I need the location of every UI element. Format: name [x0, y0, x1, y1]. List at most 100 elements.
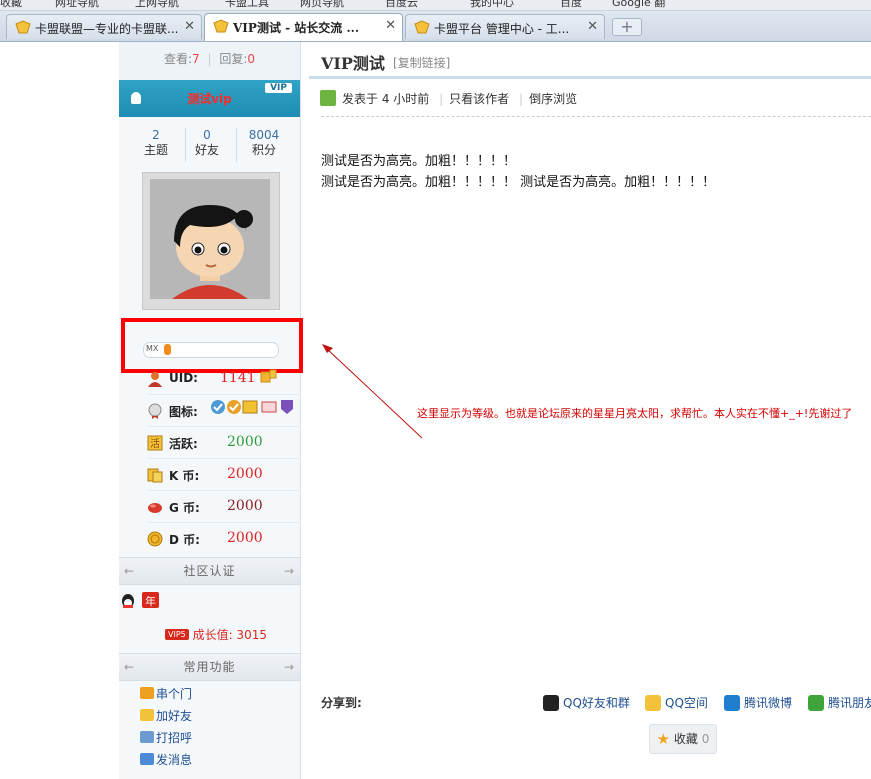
clover-icon: [808, 695, 824, 711]
favorite-count: 0: [701, 732, 710, 746]
share-item-label: QQ好友和群: [563, 696, 630, 710]
function-label: 串个门: [156, 687, 193, 701]
star-icon: ★: [656, 730, 671, 748]
info-row-icons: 图标:: [147, 395, 299, 427]
bookmark-item[interactable]: 百度: [560, 0, 582, 10]
k-coin-value: 2000: [227, 466, 263, 482]
bookmark-item[interactable]: 上网导航: [135, 0, 179, 10]
stat-label: 好友: [194, 143, 219, 157]
post-content-line: 测试是否为高亮。加粗！！！！！ 测试是否为高亮。加粗！！！！！: [321, 175, 716, 190]
function-label: 发消息: [156, 753, 193, 767]
tab-vip-test[interactable]: VIP测试 - 站长交流 ... ✕: [204, 13, 403, 41]
bookmark-item[interactable]: 收藏: [0, 0, 22, 10]
stat-friends[interactable]: 0 好友: [182, 128, 232, 158]
arrow-left-icon[interactable]: ←: [124, 558, 135, 584]
row-label: K 币:: [169, 469, 200, 483]
stat-value: 0: [203, 128, 211, 142]
tab-kameng-league[interactable]: 卡盟联盟—专业的卡盟联... ✕: [6, 14, 202, 39]
tab-favicon-icon: [414, 20, 430, 34]
tab-close-icon[interactable]: ✕: [385, 18, 396, 33]
stat-label: 主题: [143, 143, 168, 157]
cert-icons: 年: [122, 592, 159, 608]
level-tag: MX: [146, 344, 159, 353]
home-icon: [140, 687, 154, 699]
avatar-cartoon-icon: [150, 179, 270, 299]
post-content-line: 测试是否为高亮。加粗！！！！！: [321, 154, 517, 169]
views-count: 7: [192, 52, 200, 66]
avatar[interactable]: [150, 179, 270, 299]
stat-value: 2: [152, 128, 160, 142]
tab-admin-center[interactable]: 卡盟平台 管理中心 - 工... ✕: [405, 14, 605, 39]
tab-title: VIP测试 - 站长交流 ...: [233, 21, 359, 35]
stat-threads[interactable]: 2 主题: [131, 128, 181, 158]
add-friend-link[interactable]: 加好友: [140, 706, 192, 726]
favorite-button[interactable]: ★ 收藏 0: [649, 724, 717, 754]
level-progress-bar: MX: [143, 342, 279, 358]
tab-favicon-icon: [213, 19, 229, 33]
tab-close-icon[interactable]: ✕: [184, 19, 195, 34]
community-cert-header: ← 社区认证 →: [119, 557, 300, 585]
tab-close-icon[interactable]: ✕: [587, 19, 598, 34]
arrow-left-icon[interactable]: ←: [124, 654, 135, 680]
copy-link-button[interactable]: [复制链接]: [393, 54, 450, 71]
greet-link[interactable]: 打招呼: [140, 728, 192, 748]
row-label: 活跃:: [169, 437, 198, 451]
handshake-icon: [140, 709, 154, 721]
author-only-link[interactable]: 只看该作者: [449, 92, 509, 106]
thread-stats: 查看:7 | 回复:0: [119, 42, 300, 80]
info-row-uid: UID: 1141: [147, 363, 299, 395]
share-item-label: 腾讯微博: [744, 696, 793, 710]
activity-icon: 活: [147, 435, 163, 451]
replies-count: 0: [247, 52, 256, 66]
stat-divider: [236, 128, 237, 162]
tab-title: 卡盟平台 管理中心 - 工...: [434, 22, 570, 36]
svg-text:活: 活: [150, 438, 160, 450]
views-label: 查看:: [163, 52, 192, 66]
posted-time: 4 小时前: [381, 92, 430, 106]
share-qq-friends[interactable]: QQ好友和群: [543, 694, 630, 711]
arrow-right-icon[interactable]: →: [284, 558, 295, 584]
share-tencent-weibo[interactable]: 腾讯微博: [724, 694, 792, 711]
post-title: VIP测试: [321, 54, 385, 73]
bookmark-item[interactable]: 卡盟工具: [225, 0, 269, 10]
section-title: 常用功能: [183, 660, 236, 674]
bookmark-item[interactable]: 百度云: [385, 0, 418, 10]
uid-value: 1141: [220, 370, 256, 386]
tab-favicon-icon: [15, 20, 31, 34]
growth-value: VIP5 成长值: 3015: [165, 626, 267, 643]
bookmark-item[interactable]: 网址导航: [55, 0, 99, 10]
bookmark-item[interactable]: 网页导航: [300, 0, 344, 10]
share-item-label: QQ空间: [665, 696, 708, 710]
section-title: 社区认证: [183, 564, 236, 578]
row-label: G 币:: [169, 501, 200, 515]
info-row-d-coin: D 币: 2000: [147, 523, 299, 555]
tab-bar: 卡盟联盟—专业的卡盟联... ✕ VIP测试 - 站长交流 ... ✕ 卡盟平台…: [0, 11, 871, 42]
share-qzone[interactable]: QQ空间: [645, 694, 708, 711]
post-meta: 发表于 4 小时前 | 只看该作者 | 倒序浏览: [320, 90, 577, 107]
new-tab-button[interactable]: +: [612, 18, 642, 36]
vip-badge: VIP: [265, 83, 292, 93]
arrow-right-icon[interactable]: →: [284, 654, 295, 680]
replies-label: 回复:: [219, 52, 248, 66]
stat-points[interactable]: 8004 积分: [239, 128, 289, 158]
badge-icons: [211, 400, 293, 414]
share-tencent-friends[interactable]: 腾讯朋友: [808, 694, 871, 711]
reverse-order-link[interactable]: 倒序浏览: [529, 92, 577, 106]
info-row-g-coin: G 币: 2000: [147, 491, 299, 523]
stat-label: 积分: [251, 143, 276, 157]
share-item-label: 腾讯朋友: [828, 696, 871, 710]
visit-link[interactable]: 串个门: [140, 684, 192, 704]
meta-separator: |: [439, 92, 444, 106]
send-message-link[interactable]: 发消息: [140, 750, 192, 770]
title-divider: [309, 76, 871, 79]
envelope-icon: [140, 753, 154, 765]
svg-text:年: 年: [145, 594, 156, 608]
author-name-bar: 测试vip VIP: [119, 80, 300, 117]
bookmark-item[interactable]: 我的中心: [470, 0, 514, 10]
bookmark-item[interactable]: Google 翻: [612, 0, 665, 10]
vip-level-badge: VIP5: [165, 629, 189, 640]
posted-prefix: 发表于: [342, 92, 379, 106]
activity-value: 2000: [227, 434, 263, 450]
user-icon: [148, 372, 162, 387]
bookmarks-bar: 收藏 网址导航 上网导航 卡盟工具 网页导航 百度云 我的中心 百度 Googl…: [0, 0, 871, 11]
